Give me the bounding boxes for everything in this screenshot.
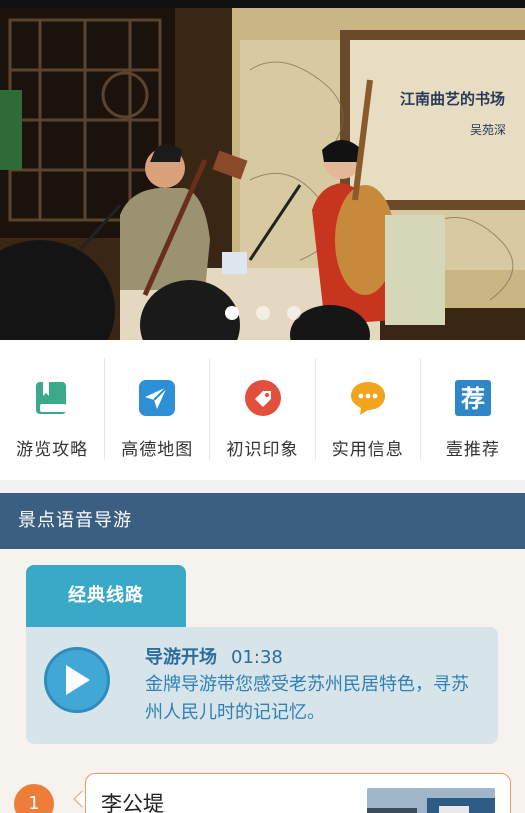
nav-label: 壹推荐	[445, 440, 500, 460]
audio-heading: 导游开场 01:38	[145, 643, 283, 669]
nav-item-recommend[interactable]: 荐 壹推荐	[421, 358, 525, 460]
route-audio-card[interactable]: 导游开场 01:38 金牌导游带您感受老苏州民居特色，寻苏州人民儿时的记记忆。	[26, 627, 498, 744]
carousel-dot[interactable]	[224, 306, 239, 320]
play-button[interactable]	[44, 647, 110, 713]
svg-text:荐: 荐	[461, 385, 485, 413]
nav-label: 高德地图	[121, 440, 194, 460]
audio-title: 导游开场	[145, 647, 217, 668]
tag-icon	[241, 376, 285, 419]
chat-bubble-icon	[346, 376, 390, 419]
nav-item-impression[interactable]: 初识印象	[210, 358, 316, 460]
banner-photo: 江南曲艺的书场 吴苑深	[0, 0, 525, 340]
sign-subtext: 吴苑深	[470, 123, 506, 137]
nav-label: 初识印象	[226, 440, 299, 460]
stop-thumbnail	[367, 788, 495, 813]
section-title: 景点语音导游	[0, 493, 525, 549]
carousel-dot[interactable]	[286, 306, 301, 320]
hero-banner[interactable]: 江南曲艺的书场 吴苑深	[0, 0, 525, 340]
map-send-icon	[135, 376, 179, 419]
nav-label: 实用信息	[331, 440, 404, 460]
play-icon	[66, 665, 90, 695]
sign-text: 江南曲艺的书场	[400, 90, 505, 108]
stop-name: 李公堤	[101, 792, 164, 813]
quick-nav: 游览攻略 高德地图 初识印象 实用信息 荐 壹推荐	[0, 340, 525, 480]
carousel-dots	[0, 306, 525, 320]
carousel-dot[interactable]	[255, 306, 270, 320]
nav-item-map[interactable]: 高德地图	[105, 358, 211, 460]
nav-item-guide[interactable]: 游览攻略	[0, 358, 106, 460]
stop-number-badge: 1	[14, 784, 54, 813]
audio-duration: 01:38	[231, 647, 283, 668]
book-icon	[30, 376, 74, 419]
audio-description: 金牌导游带您感受老苏州民居特色，寻苏州人民儿时的记记忆。	[145, 674, 469, 723]
audio-guide-content: 经典线路 导游开场 01:38 金牌导游带您感受老苏州民居特色，寻苏州人民儿时的记…	[0, 549, 525, 813]
stop-card[interactable]: 李公堤	[85, 773, 511, 813]
nav-label: 游览攻略	[16, 440, 89, 460]
tab-classic-route[interactable]: 经典线路	[26, 565, 186, 627]
recommend-icon: 荐	[451, 376, 495, 419]
nav-item-info[interactable]: 实用信息	[316, 358, 421, 460]
